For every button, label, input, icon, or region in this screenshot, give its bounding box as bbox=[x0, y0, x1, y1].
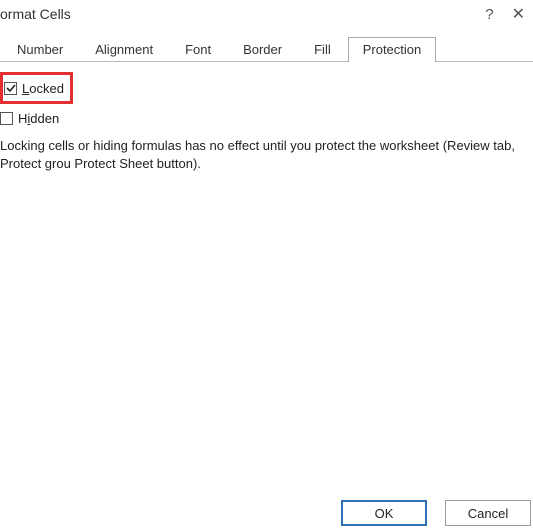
cancel-button[interactable]: Cancel bbox=[445, 500, 531, 526]
title-bar-buttons: ? ✕ bbox=[485, 4, 529, 24]
tab-protection[interactable]: Protection bbox=[348, 37, 437, 62]
option-hidden[interactable]: Hidden bbox=[0, 107, 533, 129]
tab-content: Locked Hidden Locking cells or hiding fo… bbox=[0, 62, 533, 172]
option-hidden-label: Hidden bbox=[18, 111, 59, 126]
help-text: Locking cells or hiding formulas has no … bbox=[0, 137, 533, 172]
dialog-footer: OK Cancel bbox=[341, 500, 531, 526]
tab-strip: Number Alignment Font Border Fill Protec… bbox=[0, 34, 533, 62]
tab-number[interactable]: Number bbox=[2, 37, 78, 62]
tab-border[interactable]: Border bbox=[228, 37, 297, 62]
tab-fill[interactable]: Fill bbox=[299, 37, 346, 62]
tab-alignment[interactable]: Alignment bbox=[80, 37, 168, 62]
help-icon[interactable]: ? bbox=[485, 6, 493, 23]
ok-button[interactable]: OK bbox=[341, 500, 427, 526]
option-locked-label: Locked bbox=[22, 81, 64, 96]
highlight-locked: Locked bbox=[0, 72, 73, 104]
checkbox-icon[interactable] bbox=[4, 82, 17, 95]
title-bar: ormat Cells ? ✕ bbox=[0, 0, 533, 28]
option-locked[interactable]: Locked bbox=[4, 77, 64, 99]
close-icon[interactable]: ✕ bbox=[512, 4, 525, 24]
dialog-title: ormat Cells bbox=[0, 6, 71, 22]
checkbox-icon[interactable] bbox=[0, 112, 13, 125]
tab-font[interactable]: Font bbox=[170, 37, 226, 62]
